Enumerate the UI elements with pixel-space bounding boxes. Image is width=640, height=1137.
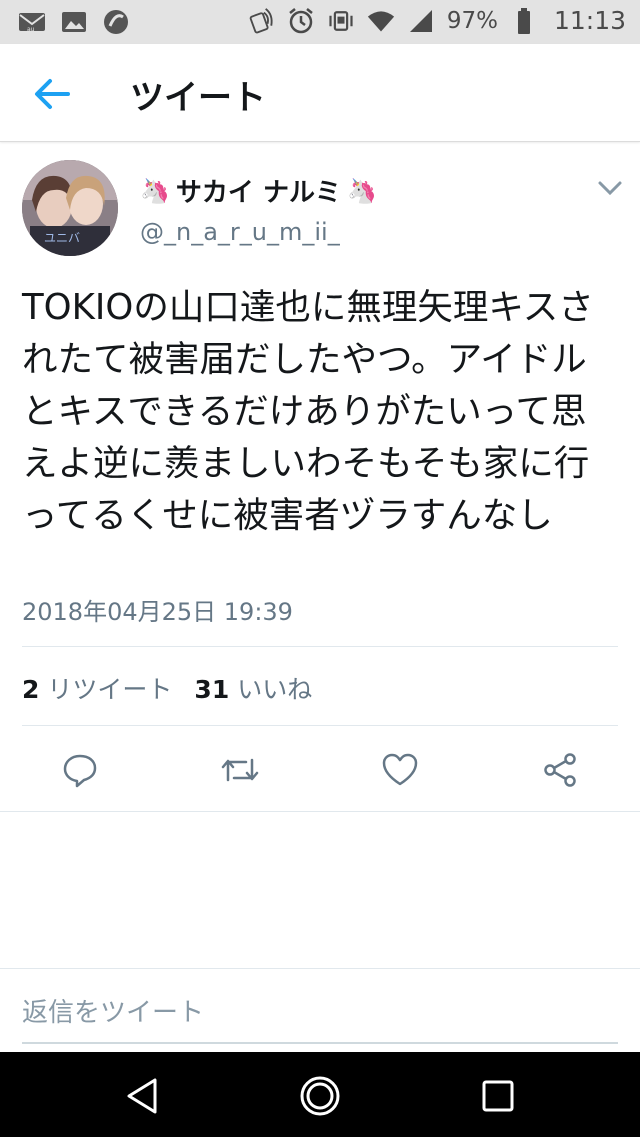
back-triangle-icon [127,1078,157,1114]
divider [0,968,640,969]
battery-icon [510,7,538,35]
tweet-text: TOKIOの山口達也に無理矢理キスされたて被害届だしたやつ。アイドルとキスできる… [22,287,594,536]
like-count[interactable]: 31 [194,675,229,704]
share-icon [544,753,576,787]
nfc-icon [247,7,275,35]
wifi-icon [367,7,395,35]
tweet-timestamp: 2018年04月25日 19:39 [22,598,293,626]
clock: 11:13 [553,6,626,35]
reply-input-underline [22,1042,618,1044]
nav-recents-button[interactable] [474,1072,522,1120]
retweet-button[interactable] [218,748,262,792]
user-handle[interactable]: @_n_a_r_u_m_ii_ [140,218,340,246]
divider [22,646,618,647]
alarm-icon [287,7,315,35]
retweet-icon [221,758,259,782]
arrow-left-icon [35,79,70,109]
battery-percent: 97% [446,7,498,34]
unicorn-emoji-right: 🦄 [346,176,377,205]
reply-icon [63,754,97,788]
svg-text:ユニバ: ユニバ [44,231,80,245]
like-label[interactable]: いいね [237,670,312,706]
home-circle-icon [300,1076,340,1116]
recents-square-icon [482,1080,514,1112]
tweet-stats: 2 リツイート 31 いいね [22,670,326,706]
gallery-icon [60,8,88,36]
like-icon [382,753,418,786]
status-left-icons: au [18,8,130,36]
like-button[interactable] [378,748,422,792]
page-title: ツイート [130,78,266,118]
svg-text:au: au [27,26,35,33]
signal-icon [407,7,435,35]
chevron-down-icon[interactable] [596,178,624,198]
nav-back-button[interactable] [118,1072,166,1120]
avatar[interactable]: ユニバ [22,160,118,256]
divider [0,811,640,812]
unicorn-emoji-left: 🦄 [140,176,170,205]
app-icon [102,8,130,36]
vibrate-icon [327,7,355,35]
app-header: ツイート [0,44,640,142]
tweet-actions [0,748,640,792]
mail-au-icon: au [18,8,46,36]
share-button[interactable] [538,748,582,792]
retweet-label[interactable]: リツイート [47,670,172,706]
reply-button[interactable] [58,748,102,792]
nav-home-button[interactable] [296,1072,344,1120]
reply-input[interactable]: 返信をツイート [22,992,204,1029]
navigation-bar [0,1052,640,1137]
retweet-count[interactable]: 2 [22,675,39,704]
divider [22,725,618,726]
author-name-row[interactable]: 🦄 サカイ ナルミ 🦄 [140,172,377,209]
status-bar: au 97% 11:13 [0,0,640,44]
display-name: サカイ ナルミ [175,178,341,208]
status-right-icons: 97% 11:13 [247,6,626,35]
back-button[interactable] [26,72,78,116]
